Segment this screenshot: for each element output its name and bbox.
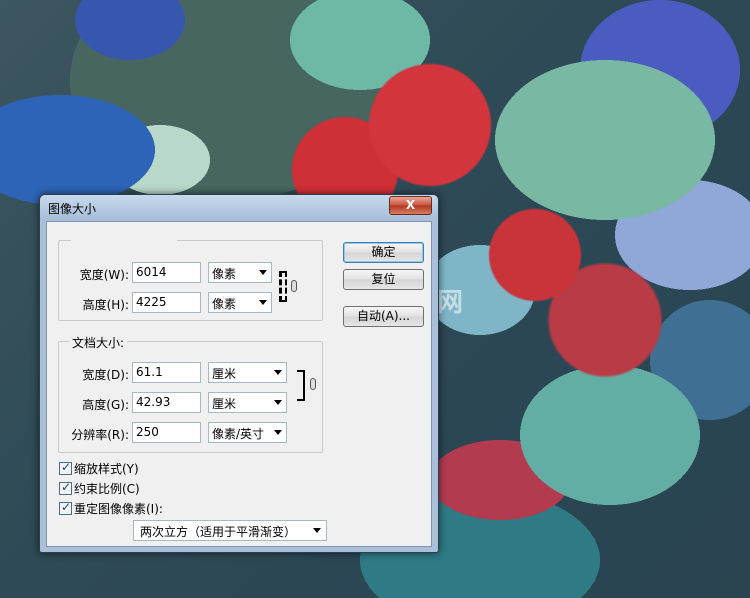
pixel-width-input[interactable]: 6014 xyxy=(132,262,201,283)
doc-height-unit-select[interactable]: 厘米 xyxy=(208,392,287,413)
pixel-height-label: 高度(H): xyxy=(82,298,129,312)
scale-styles-checkbox[interactable]: ✓ 缩放样式(Y) xyxy=(59,460,139,476)
chevron-down-icon xyxy=(274,430,282,435)
resolution-label: 分辨率(R): xyxy=(71,428,129,442)
dialog-title: 图像大小 xyxy=(48,202,97,216)
pixel-height-unit-select[interactable]: 像素 xyxy=(208,292,272,313)
chevron-down-icon xyxy=(259,300,267,305)
doc-width-label: 宽度(D): xyxy=(82,368,129,382)
doc-link-bracket xyxy=(297,370,305,401)
pixel-width-unit-select[interactable]: 像素 xyxy=(208,262,272,283)
constrain-proportions-label: 约束比例(C) xyxy=(74,482,140,496)
chevron-down-icon xyxy=(259,270,267,275)
resample-method-select[interactable]: 两次立方（适用于平滑渐变） xyxy=(133,520,327,541)
resample-checkbox[interactable]: ✓ 重定图像像素(I): xyxy=(59,500,163,516)
doc-chain-link-icon xyxy=(310,378,316,390)
resolution-unit-value: 像素/英寸 xyxy=(212,427,265,441)
doc-height-input[interactable]: 42.93 xyxy=(132,392,201,413)
pixel-chain-link-icon xyxy=(291,280,297,292)
resample-label: 重定图像像素(I): xyxy=(74,502,163,516)
checkbox-checked-icon: ✓ xyxy=(59,500,72,515)
close-icon: X xyxy=(405,198,416,212)
resolution-unit-select[interactable]: 像素/英寸 xyxy=(208,422,287,443)
doc-height-label: 高度(G): xyxy=(82,398,129,412)
chevron-down-icon xyxy=(313,528,321,533)
doc-height-unit-value: 厘米 xyxy=(212,397,237,411)
pixel-height-unit-value: 像素 xyxy=(212,297,237,311)
pixel-link-bracket xyxy=(279,271,287,302)
doc-width-unit-select[interactable]: 厘米 xyxy=(208,362,287,383)
auto-button[interactable]: 自动(A)... xyxy=(343,306,424,327)
document-size-legend: 文档大小: xyxy=(69,334,128,351)
pixel-width-unit-value: 像素 xyxy=(212,267,237,281)
resolution-input[interactable]: 250 xyxy=(132,422,201,443)
reset-button[interactable]: 复位 xyxy=(343,269,424,290)
constrain-proportions-checkbox[interactable]: ✓ 约束比例(C) xyxy=(59,480,140,496)
resample-method-value: 两次立方（适用于平滑渐变） xyxy=(140,525,297,539)
ok-button[interactable]: 确定 xyxy=(343,242,424,263)
pixel-height-input[interactable]: 4225 xyxy=(132,292,201,313)
scale-styles-label: 缩放样式(Y) xyxy=(74,462,139,476)
pixel-width-label: 宽度(W): xyxy=(79,268,129,282)
chevron-down-icon xyxy=(274,400,282,405)
doc-width-unit-value: 厘米 xyxy=(212,367,237,381)
close-button[interactable]: X xyxy=(389,196,432,215)
doc-width-input[interactable]: 61.1 xyxy=(132,362,201,383)
chevron-down-icon xyxy=(274,370,282,375)
dialog-titlebar[interactable]: 图像大小 X xyxy=(40,195,438,219)
checkbox-checked-icon: ✓ xyxy=(59,460,72,475)
dialog-body: 宽度(W): 6014 像素 高度(H): 4225 像素 文档大小: 宽度(D… xyxy=(46,221,432,547)
image-size-dialog: 图像大小 X 宽度(W): 6014 像素 高度(H): 4225 像素 文档大… xyxy=(39,194,439,553)
checkbox-checked-icon: ✓ xyxy=(59,480,72,495)
